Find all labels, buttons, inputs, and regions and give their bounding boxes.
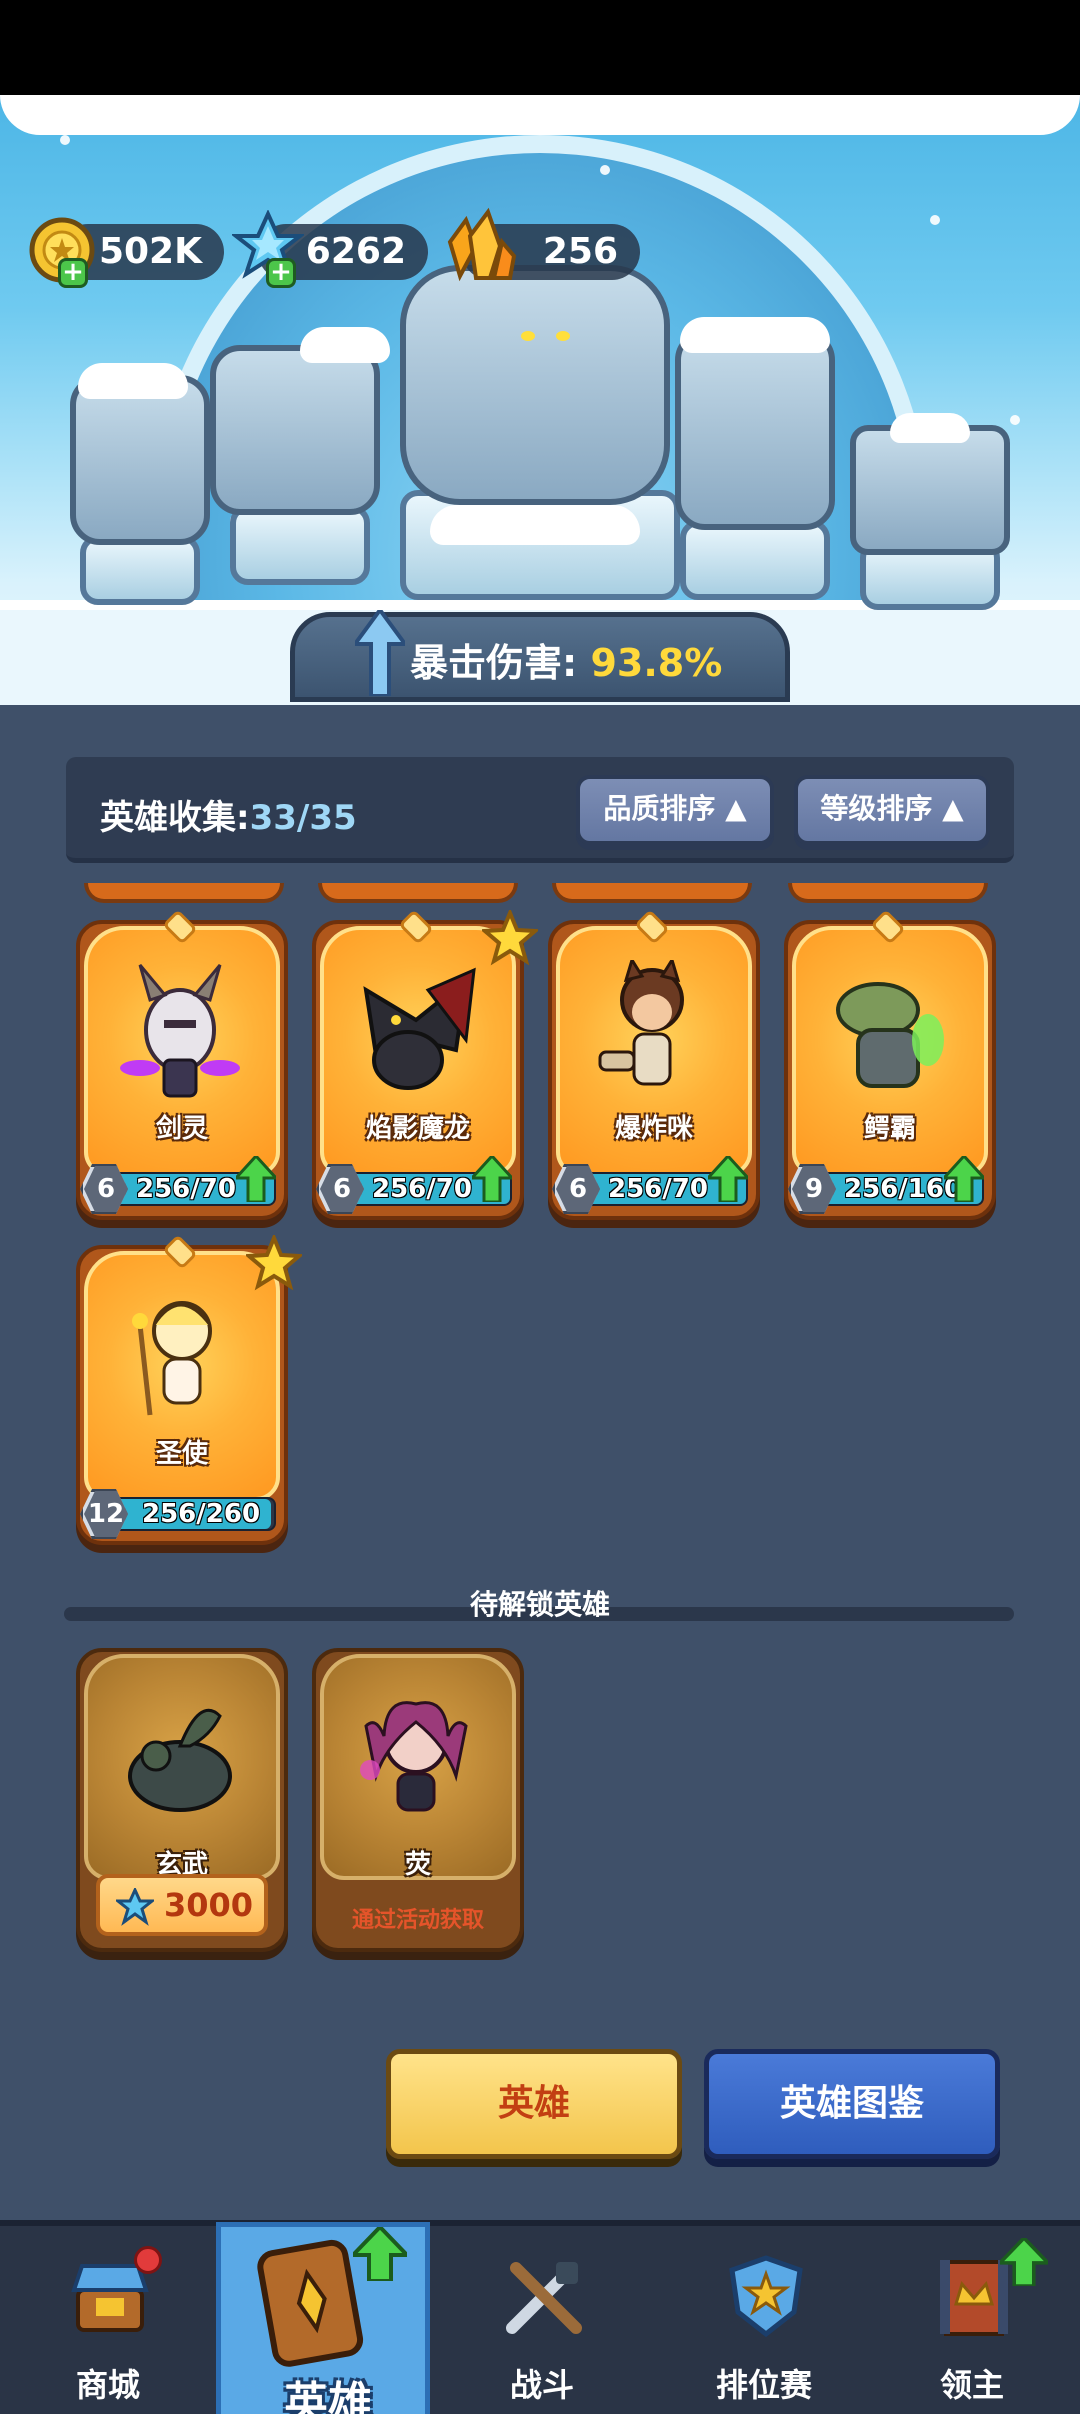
nav-shop[interactable]: 商城 — [8, 2236, 208, 2414]
shadow-dragon-icon — [356, 960, 476, 1100]
collection-count: 33/35 — [249, 798, 357, 838]
nav-ranked-label: 排位赛 — [715, 2366, 812, 2404]
unlock-price-button[interactable]: 3000 — [96, 1874, 268, 1936]
robot-statue-icon — [850, 425, 1010, 555]
black-tortoise-icon — [120, 1686, 240, 1826]
locked-section-title: 待解锁英雄 — [469, 1588, 610, 1621]
locked-hero-name: 荧 — [404, 1850, 431, 1880]
star-icon — [243, 1232, 305, 1291]
crit-damage-text: 暴击伤害: 93.8% — [410, 632, 722, 687]
hero-card[interactable]: 焰影魔龙 256/70 6 — [312, 907, 541, 1230]
sort-level-label: 等级排序 — [820, 792, 933, 825]
add-crystal-button[interactable]: + — [266, 258, 296, 288]
hero-name: 爆炸咪 — [614, 1114, 693, 1144]
locked-hero-card[interactable]: 玄武 3000 — [76, 1648, 288, 1958]
hero-name: 剑灵 — [155, 1114, 208, 1144]
cat-bomber-icon — [592, 956, 712, 1100]
upgrade-arrow-icon — [995, 2235, 1053, 2290]
nav-lord-label: 领主 — [939, 2366, 1004, 2404]
unlock-hint: 通过活动获取 — [351, 1908, 484, 1933]
unlock-price: 3000 — [164, 1886, 254, 1924]
nav-lord[interactable]: 领主 — [872, 2235, 1072, 2414]
crossed-swords-icon — [502, 2254, 586, 2338]
hero-codex-button[interactable]: 英雄图鉴 — [704, 2049, 1000, 2159]
add-gold-button[interactable]: + — [58, 258, 88, 288]
statue-icon — [70, 375, 210, 545]
sort-level-button[interactable]: 等级排序 ▲ — [794, 775, 990, 845]
sword-spirit-icon — [120, 960, 240, 1100]
upgrade-arrow-icon — [940, 1153, 988, 1204]
hero-card-partial — [788, 883, 988, 903]
triangle-up-icon: ▲ — [725, 792, 747, 825]
croc-boss-icon — [828, 960, 948, 1100]
up-arrow-icon — [351, 606, 409, 698]
hero-name: 焰影魔龙 — [365, 1114, 470, 1144]
hero-name: 鳄霸 — [863, 1114, 916, 1144]
status-bar — [0, 0, 1080, 95]
hero-card-partial — [552, 883, 752, 903]
amber-shard-icon — [440, 206, 517, 282]
sort-quality-button[interactable]: 品质排序 ▲ — [576, 775, 774, 845]
hero-card-partial — [318, 883, 518, 903]
hero-card[interactable]: 爆炸咪 256/70 6 — [548, 909, 760, 1230]
hero-name: 圣使 — [155, 1439, 208, 1469]
hero-progress-text: 256/260 — [142, 1499, 261, 1529]
nav-battle-label: 战斗 — [509, 2366, 574, 2404]
collection-label: 英雄收集:33/35 — [100, 790, 357, 839]
ying-hero-icon — [356, 1686, 476, 1826]
statue-icon — [210, 345, 380, 515]
upgrade-arrow-icon — [232, 1153, 280, 1204]
locked-hero-card[interactable]: 荧 通过活动获取 — [312, 1648, 524, 1958]
hero-card[interactable]: 剑灵 256/70 6 — [76, 909, 288, 1230]
star-icon — [479, 907, 541, 966]
hero-card[interactable]: 鳄霸 256/160 9 — [784, 909, 996, 1230]
upgrade-arrow-icon — [468, 1153, 516, 1204]
nav-heroes[interactable]: 英雄 — [216, 2222, 430, 2414]
upgrade-arrow-icon — [348, 2224, 412, 2285]
sort-quality-label: 品质排序 — [603, 792, 716, 825]
triangle-up-icon: ▲ — [942, 792, 964, 825]
dragon-statue-icon — [400, 265, 670, 505]
nav-heroes-label: 英雄 — [284, 2378, 372, 2414]
crit-damage-value: 93.8% — [590, 641, 723, 685]
nav-shop-label: 商城 — [75, 2366, 140, 2404]
heroes-button[interactable]: 英雄 — [386, 2049, 682, 2159]
crystal-icon — [113, 1886, 157, 1930]
hero-card[interactable]: 圣使 256/260 12 — [76, 1232, 305, 1555]
collection-label-text: 英雄收集: — [100, 798, 250, 838]
statue-icon — [675, 330, 835, 530]
holy-envoy-icon — [120, 1285, 240, 1425]
nav-battle[interactable]: 战斗 — [442, 2236, 642, 2414]
notification-dot — [134, 2246, 162, 2274]
shield-badge-icon — [724, 2254, 808, 2338]
nav-ranked[interactable]: 排位赛 — [664, 2236, 864, 2414]
hero-card-partial — [84, 883, 284, 903]
crit-damage-label: 暴击伤害: — [410, 641, 578, 685]
upgrade-arrow-icon — [704, 1153, 752, 1204]
hero-card-icon — [257, 2237, 367, 2371]
